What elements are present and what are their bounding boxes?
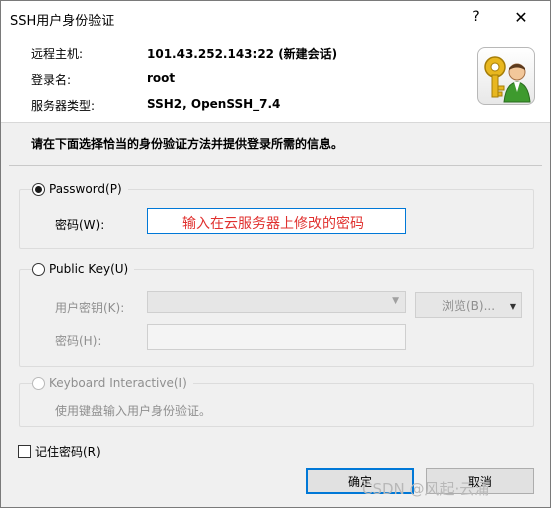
- login-value: root: [147, 71, 176, 85]
- public-key-radio-dot[interactable]: [32, 262, 45, 276]
- remote-host-value: 101.43.252.143:22 (新建会话): [147, 47, 338, 61]
- browse-button-label: 浏览(B)...: [441, 298, 496, 313]
- divider: [9, 165, 542, 166]
- password-hint-annotation: 输入在云服务器上修改的密码: [182, 216, 364, 232]
- chevron-down-icon: ▼: [392, 296, 399, 306]
- remote-host-label: 远程主机:: [31, 47, 84, 61]
- remember-password-box[interactable]: [18, 445, 31, 458]
- remember-password-label: 记住密码(R): [35, 445, 101, 459]
- user-key-select[interactable]: ▼: [147, 291, 406, 313]
- ssh-auth-dialog: SSH用户身份验证 ? ✕ 远程主机: 101.43.252.143:22 (新…: [0, 0, 551, 508]
- passphrase-input[interactable]: [147, 324, 406, 350]
- close-button[interactable]: ✕: [509, 8, 533, 28]
- login-label: 登录名:: [31, 73, 72, 87]
- passphrase-label: 密码(H):: [55, 334, 102, 348]
- server-type-label: 服务器类型:: [31, 99, 96, 113]
- server-type-value: SSH2, OpenSSH_7.4: [147, 97, 281, 111]
- keyboard-interactive-radio-dot[interactable]: [32, 376, 45, 390]
- keyboard-interactive-radio[interactable]: Keyboard Interactive(I): [32, 376, 193, 390]
- password-radio[interactable]: Password(P): [32, 182, 128, 196]
- remember-password-checkbox[interactable]: 记住密码(R): [18, 443, 101, 460]
- keyboard-interactive-description: 使用键盘输入用户身份验证。: [55, 404, 212, 418]
- title-bar: SSH用户身份验证 ? ✕: [1, 1, 550, 35]
- key-user-icon: [477, 47, 535, 105]
- instruction-text: 请在下面选择恰当的身份验证方法并提供登录所需的信息。: [31, 137, 344, 151]
- user-key-label: 用户密钥(K):: [55, 301, 125, 315]
- keyboard-interactive-radio-label: Keyboard Interactive(I): [49, 376, 187, 390]
- password-label: 密码(W):: [55, 218, 105, 232]
- public-key-radio[interactable]: Public Key(U): [32, 262, 135, 276]
- window-title: SSH用户身份验证: [10, 14, 115, 29]
- password-radio-label: Password(P): [49, 182, 122, 196]
- password-input[interactable]: 输入在云服务器上修改的密码: [147, 208, 406, 234]
- public-key-group: [19, 269, 534, 367]
- session-info-panel: 远程主机: 101.43.252.143:22 (新建会话) 登录名: root…: [1, 35, 550, 123]
- password-radio-dot[interactable]: [32, 182, 45, 196]
- help-button[interactable]: ?: [466, 9, 486, 25]
- csdn-watermark: CSDN @风起·云涌: [362, 480, 490, 498]
- browse-button[interactable]: 浏览(B)... ▼: [415, 292, 522, 318]
- dropdown-arrow-icon: ▼: [509, 302, 516, 311]
- public-key-radio-label: Public Key(U): [49, 262, 129, 276]
